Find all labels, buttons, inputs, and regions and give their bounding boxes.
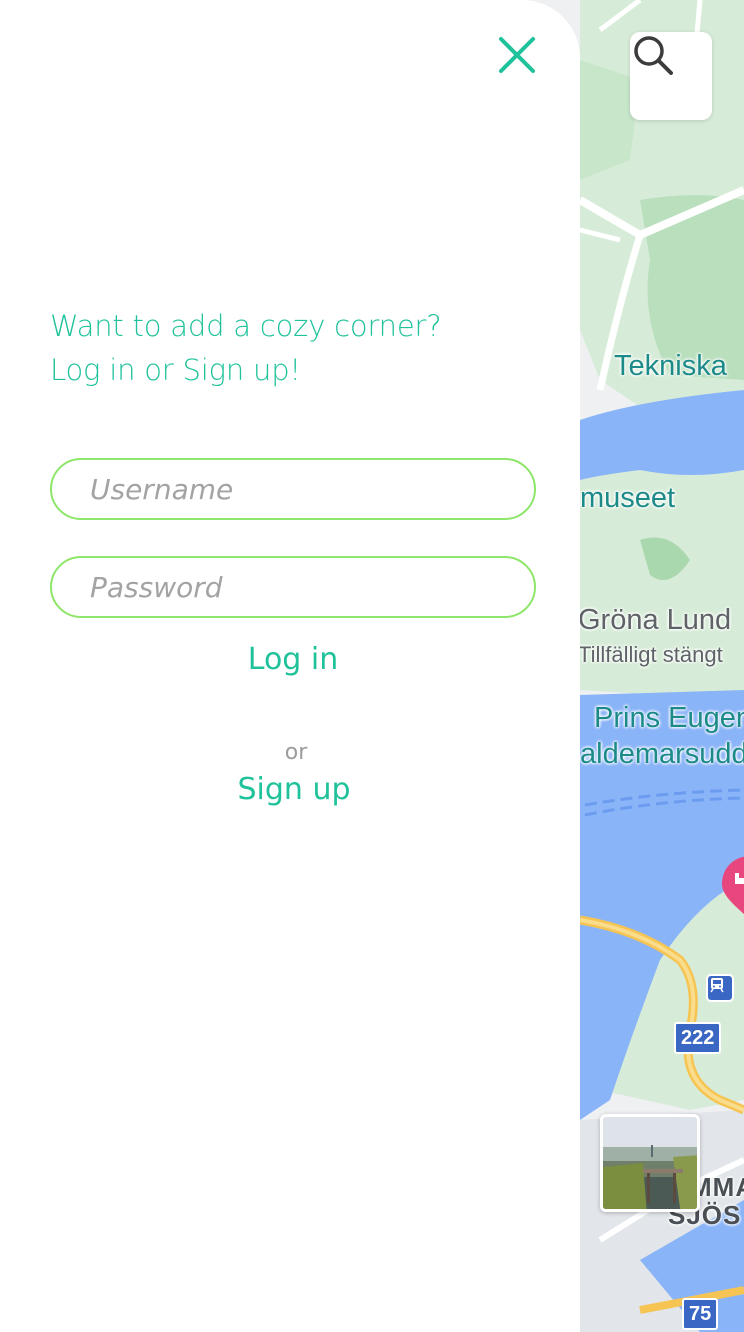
map-label-waldemarsudde: aldemarsudde	[580, 738, 744, 770]
screen: Tekniska museet Gröna Lund Tillfälligt s…	[0, 0, 744, 1332]
map-label-grona-lund: Gröna Lund	[578, 604, 732, 636]
prompt-line-2: Log in or Sign up!	[50, 353, 301, 387]
road-shield-222: 222	[674, 1022, 722, 1054]
close-icon	[499, 37, 535, 73]
username-field[interactable]	[50, 458, 536, 520]
login-button[interactable]: Log in	[50, 642, 536, 677]
photo-thumbnail[interactable]	[600, 1114, 700, 1212]
map-label-museet: museet	[580, 482, 676, 514]
login-panel: Want to add a cozy corner? Log in or Sig…	[0, 0, 580, 1332]
login-prompt: Want to add a cozy corner? Log in or Sig…	[50, 304, 530, 392]
close-button[interactable]	[492, 30, 542, 80]
map-label-prins-eugen: Prins Eugen	[594, 702, 744, 734]
metro-icon[interactable]	[706, 974, 734, 1002]
map-label-tekniska: Tekniska	[614, 350, 727, 382]
search-icon	[634, 36, 673, 75]
signup-button[interactable]: Sign up	[50, 772, 538, 807]
or-separator: or	[284, 740, 308, 765]
map-label-grona-lund-status: Tillfälligt stängt	[578, 642, 723, 667]
road-shield-75: 75	[682, 1298, 719, 1330]
password-field[interactable]	[50, 556, 536, 618]
search-button[interactable]	[630, 32, 712, 120]
prompt-line-1: Want to add a cozy corner?	[50, 309, 442, 343]
